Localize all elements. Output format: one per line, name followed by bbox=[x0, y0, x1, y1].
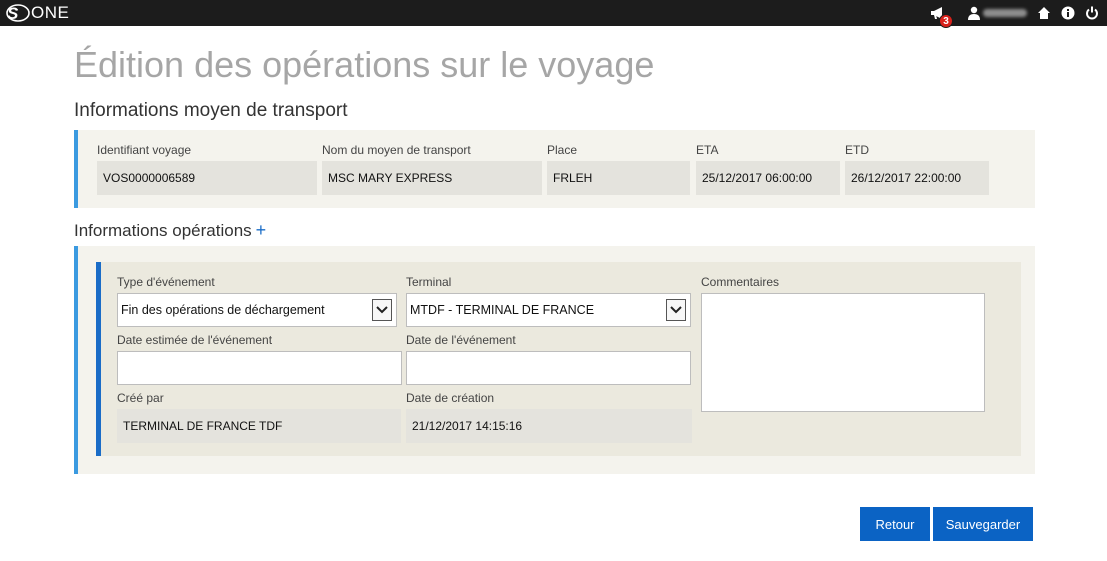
creation-date-label: Date de création bbox=[406, 391, 495, 405]
estimated-date-label: Date estimée de l'événement bbox=[117, 333, 273, 347]
power-icon[interactable] bbox=[1085, 6, 1099, 20]
created-by-field: Créé par TERMINAL DE FRANCE TDF bbox=[117, 391, 401, 443]
voyage-id-value: VOS0000006589 bbox=[97, 161, 317, 195]
etd-value: 26/12/2017 22:00:00 bbox=[845, 161, 989, 195]
event-date-field: Date de l'événement bbox=[406, 333, 691, 385]
etd-label: ETD bbox=[845, 143, 869, 157]
voyage-id-field: Identifiant voyage VOS0000006589 bbox=[97, 143, 317, 195]
event-type-select[interactable]: Fin des opérations de déchargement bbox=[117, 293, 397, 327]
terminal-field: Terminal MTDF - TERMINAL DE FRANCE bbox=[406, 275, 691, 327]
eta-value: 25/12/2017 06:00:00 bbox=[696, 161, 840, 195]
home-icon[interactable] bbox=[1037, 6, 1051, 20]
created-by-label: Créé par bbox=[117, 391, 164, 405]
place-label: Place bbox=[547, 143, 578, 157]
estimated-date-input[interactable] bbox=[117, 351, 402, 385]
chevron-down-icon bbox=[376, 306, 388, 314]
transport-section-title: Informations moyen de transport bbox=[74, 100, 348, 121]
event-type-value: Fin des opérations de déchargement bbox=[121, 303, 325, 317]
user-icon bbox=[968, 6, 980, 20]
event-type-field: Type d'événement Fin des opérations de d… bbox=[117, 275, 397, 327]
back-button[interactable]: Retour bbox=[860, 507, 930, 541]
page-title: Édition des opérations sur le voyage bbox=[74, 44, 655, 85]
notification-count-badge: 3 bbox=[939, 14, 953, 28]
operation-card: Type d'événement Fin des opérations de d… bbox=[96, 262, 1021, 456]
operations-panel: Type d'événement Fin des opérations de d… bbox=[74, 246, 1035, 474]
user-menu[interactable] bbox=[967, 6, 1027, 20]
event-type-dropdown-button[interactable] bbox=[372, 299, 392, 321]
operations-title-text: Informations opérations bbox=[74, 221, 252, 240]
app-logo[interactable]: S ONE bbox=[4, 3, 69, 23]
transport-info-panel: Identifiant voyage VOS0000006589 Nom du … bbox=[74, 130, 1035, 208]
place-value: FRLEH bbox=[547, 161, 690, 195]
save-button[interactable]: Sauvegarder bbox=[933, 507, 1033, 541]
place-field: Place FRLEH bbox=[547, 143, 690, 195]
svg-text:S: S bbox=[7, 4, 19, 23]
comments-field: Commentaires bbox=[701, 275, 985, 412]
vessel-value: MSC MARY EXPRESS bbox=[322, 161, 542, 195]
estimated-date-field: Date estimée de l'événement bbox=[117, 333, 402, 385]
created-by-value: TERMINAL DE FRANCE TDF bbox=[117, 409, 401, 443]
terminal-select[interactable]: MTDF - TERMINAL DE FRANCE bbox=[406, 293, 691, 327]
event-type-label: Type d'événement bbox=[117, 275, 215, 289]
add-operation-button[interactable]: + bbox=[256, 220, 267, 240]
eta-field: ETA 25/12/2017 06:00:00 bbox=[696, 143, 840, 195]
terminal-label: Terminal bbox=[406, 275, 452, 289]
logo-s-icon: S bbox=[6, 4, 30, 23]
notifications-button[interactable]: 3 bbox=[929, 5, 953, 28]
chevron-down-icon bbox=[670, 306, 682, 314]
voyage-id-label: Identifiant voyage bbox=[97, 143, 192, 157]
info-icon[interactable] bbox=[1061, 6, 1075, 20]
event-date-input[interactable] bbox=[406, 351, 691, 385]
username-blurred bbox=[983, 9, 1027, 17]
vessel-label: Nom du moyen de transport bbox=[322, 143, 471, 157]
top-bar: S ONE 3 bbox=[0, 0, 1107, 28]
event-date-label: Date de l'événement bbox=[406, 333, 516, 347]
terminal-dropdown-button[interactable] bbox=[666, 299, 686, 321]
logo-text: ONE bbox=[31, 3, 70, 22]
comments-label: Commentaires bbox=[701, 275, 780, 289]
comments-textarea[interactable] bbox=[701, 293, 985, 412]
vessel-field: Nom du moyen de transport MSC MARY EXPRE… bbox=[322, 143, 542, 195]
creation-date-value: 21/12/2017 14:15:16 bbox=[406, 409, 692, 443]
eta-label: ETA bbox=[696, 143, 719, 157]
terminal-value: MTDF - TERMINAL DE FRANCE bbox=[410, 303, 595, 317]
etd-field: ETD 26/12/2017 22:00:00 bbox=[845, 143, 989, 195]
operations-section-title: Informations opérations + bbox=[74, 220, 266, 241]
creation-date-field: Date de création 21/12/2017 14:15:16 bbox=[406, 391, 692, 443]
